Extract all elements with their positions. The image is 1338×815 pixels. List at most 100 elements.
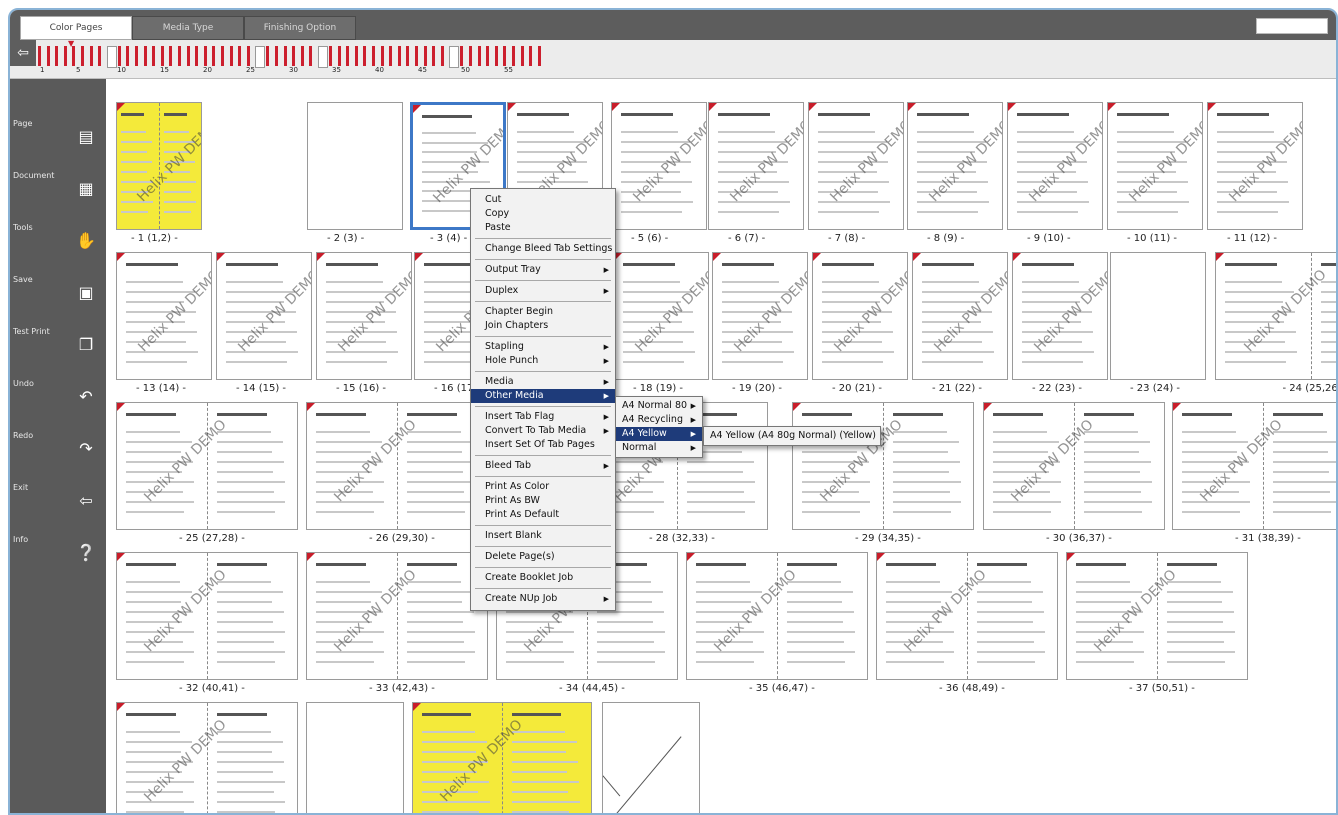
strip-page-cell[interactable] [406,46,410,66]
strip-page-cell[interactable] [354,46,358,66]
strip-page-cell[interactable] [423,46,427,66]
menu-item-copy[interactable]: Copy [471,207,615,221]
strip-page-cell[interactable] [346,46,350,66]
menu-item-insert-tab-flag[interactable]: Insert Tab Flag ▶ [471,410,615,424]
page-thumbnail[interactable]: Helix PW DEMO [611,102,707,230]
page-thumbnail[interactable]: Helix PW DEMO [1107,102,1203,230]
menu-item-hole-punch[interactable]: Hole Punch ▶ [471,354,615,368]
sidebar-item-save[interactable]: Save ▣ [10,265,106,315]
strip-page-cell[interactable] [221,46,224,66]
menu-item-other-media[interactable]: Other Media ▶ [471,389,615,403]
page-thumbnail[interactable]: Helix PW DEMO [116,102,202,230]
strip-page-cell[interactable] [432,46,436,66]
strip-page-cell[interactable] [283,46,287,66]
page-thumbnail[interactable]: Helix PW DEMO [983,402,1165,530]
strip-page-cell[interactable] [186,46,190,66]
strip-page-cell[interactable] [143,46,147,66]
page-thumbnail[interactable]: Helix PW DEMO [116,402,298,530]
page-thumbnail[interactable]: Helix PW DEMO [907,102,1003,230]
menu-item-delete-pages[interactable]: Delete Page(s) [471,550,615,564]
page-thumbnail[interactable]: Helix PW DEMO [1215,252,1336,380]
page-thumbnail[interactable] [1110,252,1206,380]
menu-item-cut[interactable]: Cut [471,193,615,207]
strip-page-cell[interactable] [494,46,498,66]
strip-page-cell[interactable] [415,46,418,66]
page-thumbnail[interactable]: Helix PW DEMO [306,402,488,530]
strip-page-cell[interactable] [503,46,507,66]
menu-item-print-as-default[interactable]: Print As Default [471,508,615,522]
strip-page-cell[interactable] [275,46,278,66]
strip-page-cell[interactable] [292,46,296,66]
strip-page-cell[interactable] [135,46,138,66]
strip-page-cell[interactable] [55,46,59,66]
strip-page-cell[interactable] [372,46,375,66]
strip-page-cell[interactable] [229,46,233,66]
strip-page-cell[interactable] [195,46,199,66]
tab-color-pages[interactable]: Color Pages [20,16,132,40]
menu-item-change-bleed-tab-settings[interactable]: Change Bleed Tab Settings [471,242,615,256]
strip-page-cell[interactable] [89,46,93,66]
page-thumbnail[interactable]: Helix PW DEMO [412,702,592,813]
page-thumbnail[interactable]: Helix PW DEMO [912,252,1008,380]
menu-item-a4-yellow[interactable]: A4 Yellow ▶ [616,427,702,441]
sidebar-item-document[interactable]: Document ▦ [10,161,106,211]
page-thumbnail[interactable]: Helix PW DEMO [613,252,709,380]
sidebar-item-exit[interactable]: Exit ⇦ [10,473,106,523]
strip-page-cell[interactable] [178,46,181,66]
strip-page-cell[interactable] [363,46,367,66]
menu-item-print-as-bw[interactable]: Print As BW [471,494,615,508]
page-thumbnail[interactable] [602,702,700,813]
strip-page-cell[interactable] [152,46,156,66]
menu-item-join-chapters[interactable]: Join Chapters [471,319,615,333]
strip-page-cell[interactable] [537,46,541,66]
strip-page-cell[interactable] [212,46,216,66]
menu-item-paste[interactable]: Paste [471,221,615,235]
strip-page-cell[interactable] [520,46,524,66]
menu-item-media[interactable]: Media ▶ [471,375,615,389]
page-thumbnail[interactable]: Helix PW DEMO [216,252,312,380]
strip-page-cell[interactable] [98,46,102,66]
strip-page-cell[interactable] [126,46,130,66]
page-thumbnail[interactable]: Helix PW DEMO [792,402,974,530]
strip-page-cell[interactable] [469,46,472,66]
page-thumbnail[interactable]: Helix PW DEMO [1007,102,1103,230]
strip-page-cell[interactable] [529,46,533,66]
strip-page-cell[interactable] [63,46,67,66]
page-thumbnail[interactable]: Helix PW DEMO [1207,102,1303,230]
menu-item-output-tray[interactable]: Output Tray ▶ [471,263,615,277]
page-thumbnail[interactable]: Helix PW DEMO [1172,402,1336,530]
sidebar-item-tools[interactable]: Tools ✋ [10,213,106,263]
menu-item-create-nup-job[interactable]: Create NUp Job ▶ [471,592,615,606]
sidebar-item-redo[interactable]: Redo ↷ [10,421,106,471]
strip-page-cell[interactable] [337,46,341,66]
strip-page-cell[interactable] [449,46,460,68]
menu-item-print-as-color[interactable]: Print As Color [471,480,615,494]
strip-page-cell[interactable] [300,46,304,66]
search-input[interactable] [1256,18,1328,34]
page-thumbnail[interactable]: Helix PW DEMO [876,552,1058,680]
sidebar-item-undo[interactable]: Undo ↶ [10,369,106,419]
strip-page-cell[interactable] [380,46,384,66]
menu-item-insert-blank[interactable]: Insert Blank [471,529,615,543]
tab-finishing-option[interactable]: Finishing Option [244,16,356,40]
page-thumbnail[interactable]: Helix PW DEMO [686,552,868,680]
sidebar-item-page[interactable]: Page ▤ [10,109,106,159]
page-thumbnail[interactable]: Helix PW DEMO [316,252,412,380]
page-thumbnail[interactable]: Helix PW DEMO [116,552,298,680]
menu-item-create-booklet-job[interactable]: Create Booklet Job [471,571,615,585]
page-thumbnail[interactable]: Helix PW DEMO [116,252,212,380]
menu-item-a4-normal-80[interactable]: A4 Normal 80 ▶ [616,399,702,413]
page-thumbnail[interactable]: Helix PW DEMO [1012,252,1108,380]
strip-page-cell[interactable] [486,46,490,66]
page-thumbnail[interactable]: Helix PW DEMO [1066,552,1248,680]
menu-item-a4-recycling[interactable]: A4 Recycling ▶ [616,413,702,427]
menu-item-a4-yellow-80g[interactable]: A4 Yellow (A4 80g Normal) (Yellow) [704,429,880,443]
strip-page-cell[interactable] [38,46,41,66]
strip-page-cell[interactable] [160,46,164,66]
strip-page-cell[interactable] [318,46,328,68]
tab-media-type[interactable]: Media Type [132,16,244,40]
page-thumbnail[interactable]: Helix PW DEMO [712,252,808,380]
strip-page-cell[interactable] [117,46,121,66]
strip-page-cell[interactable] [440,46,444,66]
page-thumbnail[interactable]: Helix PW DEMO [116,702,298,813]
